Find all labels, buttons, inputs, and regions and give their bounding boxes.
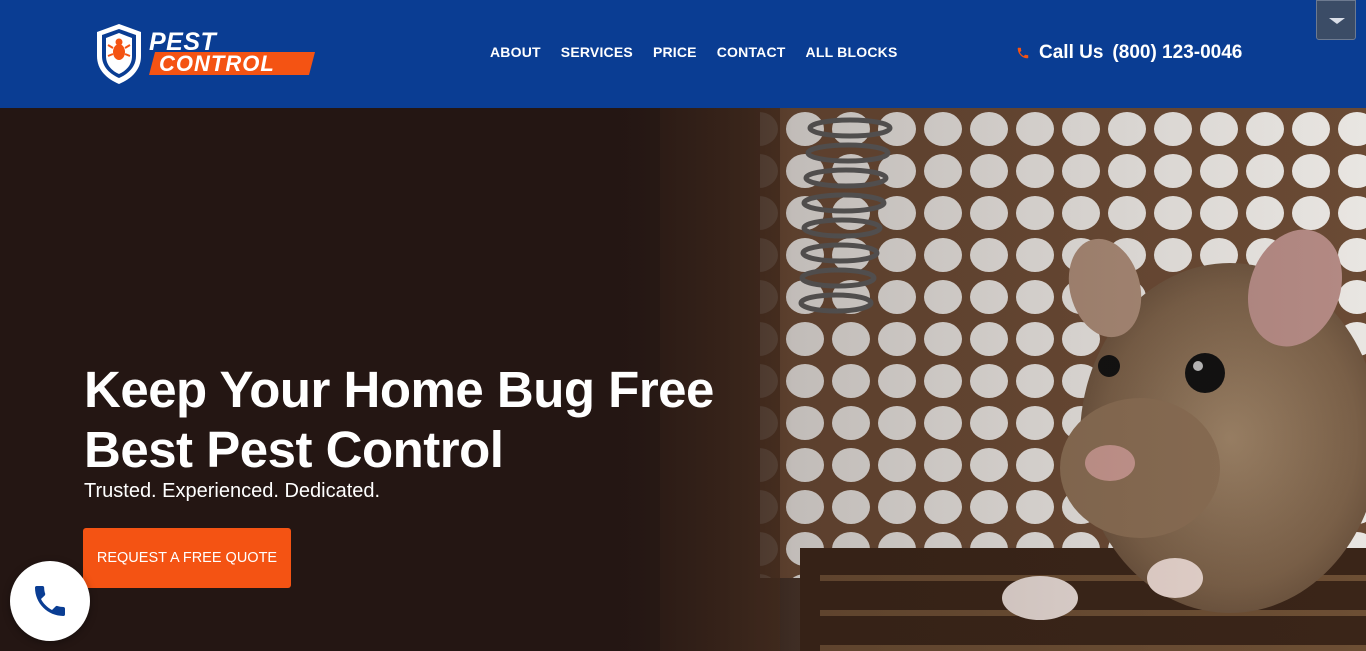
headline-line-2: Best Pest Control bbox=[84, 421, 504, 478]
nav-link-all-blocks[interactable]: ALL BLOCKS bbox=[806, 44, 898, 60]
caret-down-icon bbox=[1329, 18, 1345, 24]
brand-name-line2: CONTROL bbox=[159, 51, 275, 76]
phone-number: (800) 123-0046 bbox=[1112, 42, 1243, 63]
dropdown-toggle-button[interactable] bbox=[1316, 0, 1356, 40]
call-us-label: Call Us bbox=[1039, 42, 1104, 63]
phone-icon bbox=[1017, 47, 1029, 59]
nav-link-price[interactable]: PRICE bbox=[653, 44, 697, 60]
nav-link-services[interactable]: SERVICES bbox=[561, 44, 633, 60]
hero-headline: Keep Your Home Bug Free Best Pest Contro… bbox=[84, 360, 714, 480]
hero-tagline: Trusted. Experienced. Dedicated. bbox=[84, 480, 381, 502]
brand-logo[interactable]: PEST CONTROL bbox=[95, 24, 317, 86]
nav-link-about[interactable]: ABOUT bbox=[490, 44, 541, 60]
nav-link-contact[interactable]: CONTACT bbox=[717, 44, 786, 60]
headline-line-1: Keep Your Home Bug Free bbox=[84, 361, 714, 418]
main-nav: ABOUT SERVICES PRICE CONTACT ALL BLOCKS bbox=[490, 44, 898, 60]
request-quote-button[interactable]: REQUEST A FREE QUOTE bbox=[83, 528, 291, 588]
site-header: PEST CONTROL ABOUT SERVICES PRICE CONTAC… bbox=[0, 0, 1366, 108]
floating-call-button[interactable] bbox=[10, 561, 90, 641]
phone-icon bbox=[35, 586, 65, 616]
call-us-link[interactable]: Call Us (800) 123-0046 bbox=[1016, 42, 1242, 64]
hero-section: Keep Your Home Bug Free Best Pest Contro… bbox=[0, 108, 1366, 651]
